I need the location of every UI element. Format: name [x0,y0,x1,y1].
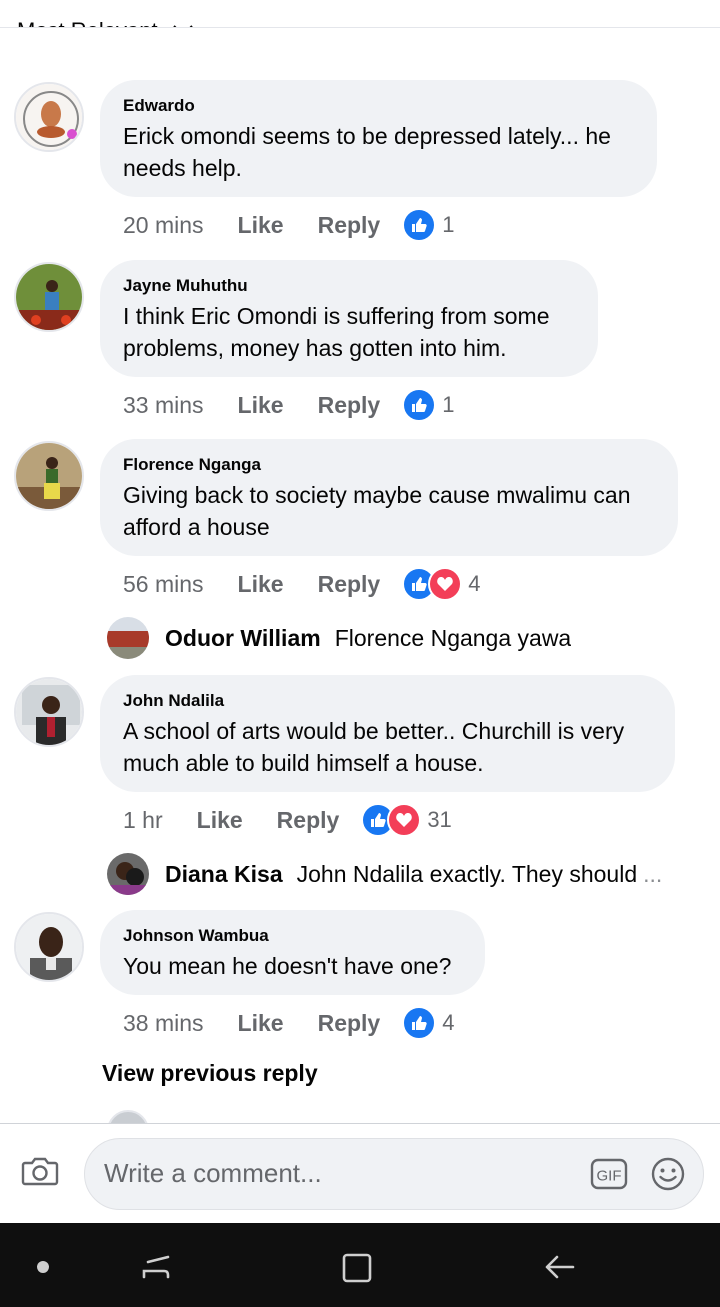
nav-home-icon[interactable] [340,1251,374,1285]
reaction-count: 31 [427,807,452,832]
comment-bubble: Johnson Wambua You mean he doesn't have … [100,910,485,995]
comment-bubble: John Ndalila A school of arts would be b… [100,675,675,792]
reply-text: John Ndalila exactly. They should [296,860,638,887]
comment-author[interactable]: John Ndalila [123,691,651,711]
comment-text-line: much able to build himself a house. [123,750,484,776]
chevron-down-icon [172,25,193,27]
smiley-icon[interactable] [650,1156,686,1192]
reply-button[interactable]: Reply [318,392,381,419]
camera-icon[interactable] [21,1154,59,1188]
reaction-count: 1 [442,392,455,417]
top-bar: Most Relevant [0,0,720,28]
comment-time: 56 mins [123,570,204,597]
nav-recents-icon[interactable] [140,1249,174,1283]
reply-button[interactable]: Reply [318,571,381,598]
comment-time: 1 hr [123,806,163,833]
reply-preview[interactable]: Oduor William Florence Nganga yawa [107,616,707,660]
reaction-count: 1 [442,212,455,237]
comment-text-line: needs help. [123,155,242,181]
like-reaction-icon [402,388,437,422]
sort-dropdown[interactable]: Most Relevant [17,18,194,27]
comment-text-line: Erick omondi seems to be depressed latel… [123,123,611,149]
comment-meta: 38 mins Like Reply 4 [123,1006,454,1040]
reaction-count: 4 [442,1010,455,1035]
comment-text-line: You mean he doesn't have one? [123,953,452,979]
avatar [107,617,149,659]
reaction-summary[interactable]: 1 [402,208,454,242]
reaction-summary[interactable]: 4 [402,567,480,601]
nav-dot-icon[interactable] [37,1261,49,1273]
comment-author[interactable]: Florence Nganga [123,455,654,475]
reaction-summary[interactable]: 4 [402,1006,454,1040]
avatar[interactable] [14,262,84,332]
avatar[interactable] [14,441,84,511]
like-button[interactable]: Like [197,807,243,834]
gif-label: GIF [597,1168,622,1185]
comment-text-line: A school of arts would be better.. Churc… [123,718,625,744]
like-button[interactable]: Like [238,212,284,239]
comment-author[interactable]: Edwardo [123,96,633,116]
gif-icon[interactable]: GIF [590,1157,628,1191]
system-nav-bar [0,1223,720,1307]
reply-text: Florence Nganga yawa [334,624,572,651]
like-button[interactable]: Like [238,1010,284,1037]
avatar[interactable] [14,677,84,747]
comment-time: 20 mins [123,211,204,238]
love-reaction-icon [428,567,463,601]
comment-text-line: problems, money has gotten into him. [123,335,507,361]
comment-bubble: Jayne Muhuthu I think Eric Omondi is suf… [100,260,598,377]
like-reaction-icon [402,208,437,242]
like-reaction-icon [402,1006,437,1040]
reply-preview[interactable]: Diana Kisa John Ndalila exactly. They sh… [107,852,687,896]
reply-author[interactable]: Diana Kisa [165,861,283,888]
avatar[interactable] [14,912,84,982]
comment-composer: Write a comment... GIF [0,1123,720,1223]
avatar[interactable] [14,82,84,152]
like-button[interactable]: Like [238,392,284,419]
comment-input-placeholder: Write a comment... [104,1158,322,1188]
comment-meta: 20 mins Like Reply 1 [123,208,454,242]
reaction-summary[interactable]: 31 [361,803,452,837]
avatar [107,853,149,895]
comment-meta: 1 hr Like Reply 31 [123,803,452,837]
comment-meta: 56 mins Like Reply 4 [123,567,480,601]
comment-author[interactable]: Johnson Wambua [123,926,461,946]
comment-text-line: afford a house [123,514,270,540]
comment-text-line: I think Eric Omondi is suffering from so… [123,303,550,329]
reply-button[interactable]: Reply [318,1010,381,1037]
comment-bubble: Florence Nganga Giving back to society m… [100,439,678,556]
like-button[interactable]: Like [238,571,284,598]
comment-bubble: Edwardo Erick omondi seems to be depress… [100,80,657,197]
reply-button[interactable]: Reply [277,807,340,834]
reply-author[interactable]: Oduor William [165,625,321,652]
truncation-ellipsis: ... [643,860,663,887]
reaction-count: 4 [468,571,481,596]
nav-back-icon[interactable] [543,1251,577,1285]
comment-meta: 33 mins Like Reply 1 [123,388,454,422]
comment-author[interactable]: Jayne Muhuthu [123,276,574,296]
comment-time: 38 mins [123,1009,204,1036]
love-reaction-icon [387,803,422,837]
reply-button[interactable]: Reply [318,212,381,239]
comment-input[interactable]: Write a comment... GIF [84,1138,704,1210]
comment-text-line: Giving back to society maybe cause mwali… [123,482,631,508]
sort-label: Most Relevant [17,18,158,27]
view-previous-reply-link[interactable]: View previous reply [102,1060,318,1087]
reaction-summary[interactable]: 1 [402,388,454,422]
comment-time: 33 mins [123,391,204,418]
